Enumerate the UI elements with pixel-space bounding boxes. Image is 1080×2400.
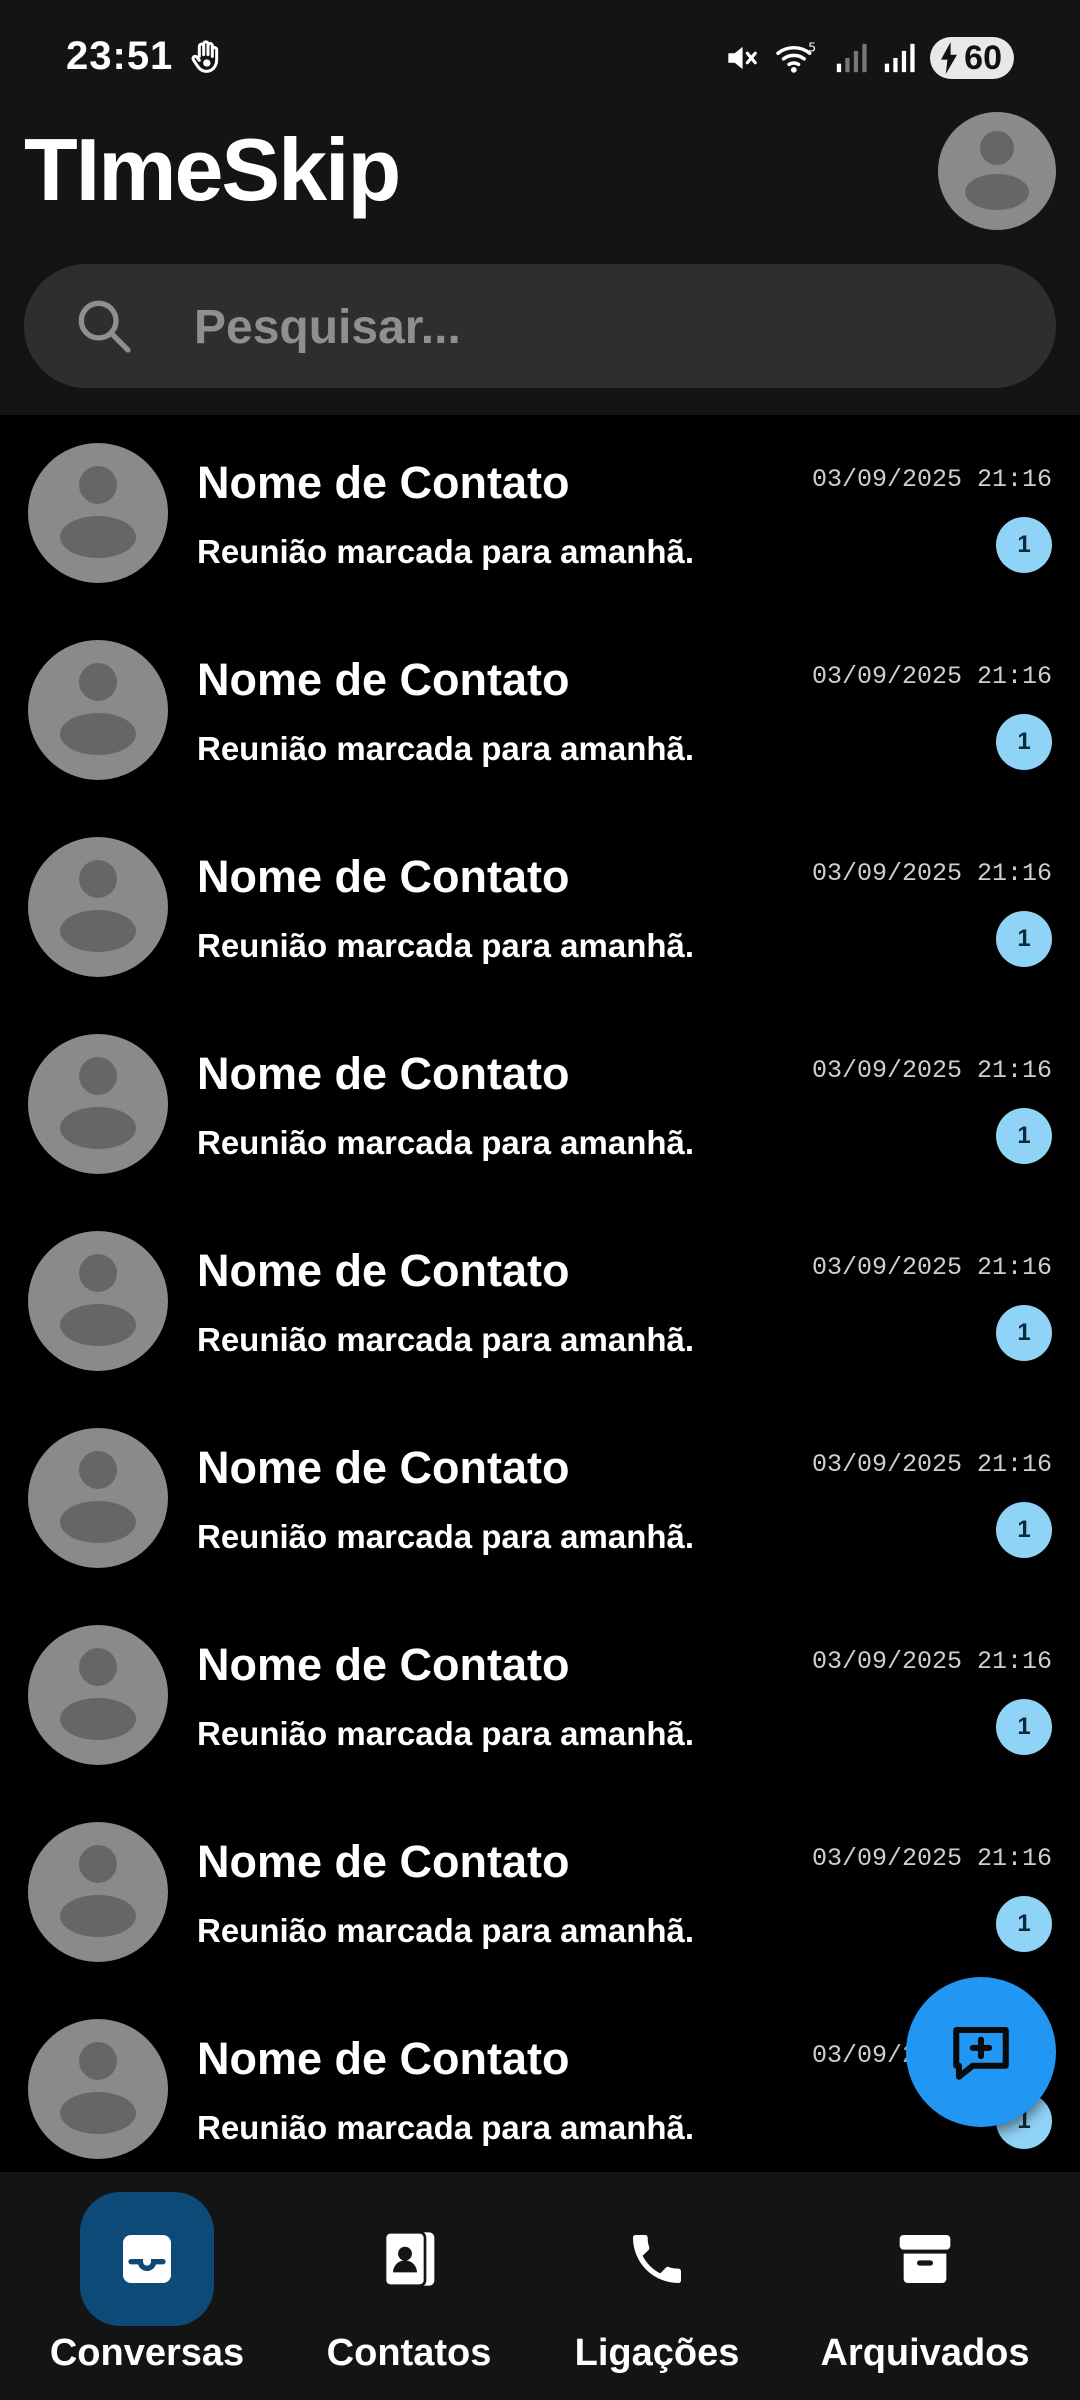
app-title: TImeSkip: [24, 120, 401, 219]
mute-icon: [728, 46, 758, 70]
status-icons: 5 60: [722, 34, 1014, 82]
bottom-nav: Conversas Contatos Ligações Arquivados: [0, 2172, 1080, 2400]
nav-icon-container: [858, 2192, 992, 2326]
unread-badge: 1: [996, 1896, 1052, 1952]
nav-icon-container: [590, 2192, 724, 2326]
user-silhouette-icon: [60, 663, 136, 755]
message-timestamp: 03/09/2025 21:16: [811, 662, 1052, 691]
search-input[interactable]: [192, 288, 976, 366]
contact-name: Nome de Contato: [197, 1245, 570, 1296]
contact-name: Nome de Contato: [197, 1048, 570, 1099]
last-message: Reunião marcada para amanhã.: [197, 2109, 695, 2146]
contact-avatar: [28, 443, 168, 583]
contact-name: Nome de Contato: [197, 851, 570, 902]
conversation-item[interactable]: Nome de Contato Reunião marcada para ama…: [0, 1597, 1080, 1794]
nav-label: Ligações: [574, 2332, 740, 2374]
conversation-item[interactable]: Nome de Contato Reunião marcada para ama…: [0, 1006, 1080, 1203]
last-message: Reunião marcada para amanhã.: [197, 1912, 695, 1949]
message-timestamp: 03/09/2025 21:16: [811, 1056, 1052, 1085]
unread-badge: 1: [996, 1108, 1052, 1164]
unread-badge: 1: [996, 714, 1052, 770]
user-silhouette-icon: [60, 1057, 136, 1149]
new-message-icon: [953, 2026, 1009, 2080]
last-message: Reunião marcada para amanhã.: [197, 1124, 695, 1161]
contact-avatar: [28, 1034, 168, 1174]
unread-badge: 1: [996, 1699, 1052, 1755]
nav-icon-container: [342, 2192, 476, 2326]
user-silhouette-icon: [60, 1451, 136, 1543]
contact-avatar: [28, 1428, 168, 1568]
contact-name: Nome de Contato: [197, 1442, 570, 1493]
signal-icon: [837, 43, 867, 73]
status-bar: 23:51 5 60: [0, 0, 1080, 110]
conversation-list: Nome de Contato Reunião marcada para ama…: [0, 415, 1080, 2172]
conversation-item[interactable]: Nome de Contato Reunião marcada para ama…: [0, 1400, 1080, 1597]
archive-icon: [899, 2235, 951, 2283]
contact-name: Nome de Contato: [197, 457, 570, 508]
search-icon: [78, 300, 131, 353]
message-timestamp: 03/09/2025 21:16: [811, 1844, 1052, 1873]
user-silhouette-icon: [60, 466, 136, 558]
conversation-item[interactable]: Nome de Contato Reunião marcada para ama…: [0, 612, 1080, 809]
nav-contatos[interactable]: Contatos: [274, 2192, 544, 2392]
contact-avatar: [28, 1231, 168, 1371]
user-silhouette-icon: [60, 1254, 136, 1346]
nav-label: Arquivados: [820, 2332, 1030, 2374]
contact-name: Nome de Contato: [197, 654, 570, 705]
contact-avatar: [28, 640, 168, 780]
unread-badge: 1: [996, 911, 1052, 967]
contact-avatar: [28, 2019, 168, 2159]
phone-icon: [633, 2235, 681, 2283]
search-bar[interactable]: [24, 264, 1056, 388]
conversation-item[interactable]: Nome de Contato Reunião marcada para ama…: [0, 415, 1080, 612]
status-time: 23:51: [66, 34, 174, 78]
message-timestamp: 03/09/2025 21:16: [811, 1647, 1052, 1676]
contact-name: Nome de Contato: [197, 1836, 570, 1887]
nav-icon-container: [80, 2192, 214, 2326]
unread-badge: 1: [996, 1502, 1052, 1558]
user-silhouette-icon: [60, 2042, 136, 2134]
last-message: Reunião marcada para amanhã.: [197, 1715, 695, 1752]
wifi-icon: 5: [776, 40, 816, 73]
nav-arquivados[interactable]: Arquivados: [790, 2192, 1060, 2392]
hand-icon: [191, 40, 219, 73]
nav-conversas[interactable]: Conversas: [12, 2192, 282, 2392]
contact-avatar: [28, 837, 168, 977]
unread-badge: 1: [996, 517, 1052, 573]
battery-level: 60: [964, 38, 1002, 77]
battery-charging-icon: [941, 42, 958, 74]
nav-ligacoes[interactable]: Ligações: [522, 2192, 792, 2392]
new-chat-button[interactable]: [906, 1977, 1056, 2127]
app-header: 23:51 5 60 TImeSkip Pesquisar...: [0, 0, 1080, 415]
message-timestamp: 03/09/2025 21:16: [811, 1450, 1052, 1479]
nav-label: Conversas: [49, 2332, 245, 2374]
svg-text:5: 5: [808, 40, 816, 55]
last-message: Reunião marcada para amanhã.: [197, 1321, 695, 1358]
unread-badge: 1: [996, 1305, 1052, 1361]
nav-label: Contatos: [326, 2332, 492, 2374]
user-silhouette-icon: [60, 1845, 136, 1937]
message-timestamp: 03/09/2025 21:16: [811, 859, 1052, 888]
last-message: Reunião marcada para amanhã.: [197, 927, 695, 964]
user-silhouette-icon: [60, 1648, 136, 1740]
conversation-item[interactable]: Nome de Contato Reunião marcada para ama…: [0, 809, 1080, 1006]
message-timestamp: 03/09/2025 21:16: [811, 1253, 1052, 1282]
contact-name: Nome de Contato: [197, 2033, 570, 2084]
contacts-icon: [383, 2231, 435, 2287]
user-silhouette-icon: [965, 131, 1029, 210]
battery-indicator: 60: [930, 37, 1014, 79]
last-message: Reunião marcada para amanhã.: [197, 533, 695, 570]
profile-avatar[interactable]: [938, 112, 1056, 230]
last-message: Reunião marcada para amanhã.: [197, 1518, 695, 1555]
inbox-icon: [123, 2235, 171, 2283]
conversation-item[interactable]: Nome de Contato Reunião marcada para ama…: [0, 1203, 1080, 1400]
signal-icon: [885, 43, 915, 73]
message-timestamp: 03/09/2025 21:16: [811, 465, 1052, 494]
contact-avatar: [28, 1822, 168, 1962]
contact-name: Nome de Contato: [197, 1639, 570, 1690]
last-message: Reunião marcada para amanhã.: [197, 730, 695, 767]
conversation-item[interactable]: Nome de Contato Reunião marcada para ama…: [0, 1794, 1080, 1991]
contact-avatar: [28, 1625, 168, 1765]
user-silhouette-icon: [60, 860, 136, 952]
